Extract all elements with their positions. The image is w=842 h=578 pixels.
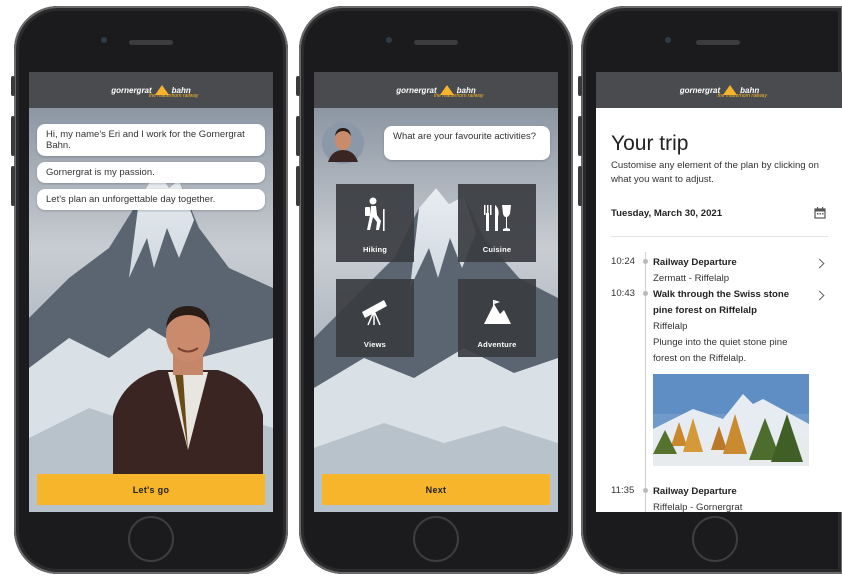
event-title: Walk through the Swiss stone pine forest…: [653, 289, 790, 316]
home-button: [692, 516, 738, 562]
app-header: gornergrat bahn the matterhorn railway: [29, 72, 273, 108]
chat-bubble: Gornergrat is my passion.: [37, 162, 265, 183]
event-time: 10:43: [611, 288, 636, 299]
activity-label: Views: [363, 340, 387, 349]
event-time: 10:24: [611, 256, 636, 267]
event-time: 11:35: [611, 485, 635, 496]
event-title: Railway Departure: [653, 257, 737, 268]
lets-go-button[interactable]: Let's go: [37, 474, 265, 505]
event-item[interactable]: Railway Departure Zermatt - Riffelalp: [653, 255, 803, 287]
hiker-icon: [365, 197, 385, 231]
next-button[interactable]: Next: [322, 474, 550, 505]
fork-knife-glass-icon: [484, 205, 511, 231]
activity-tile-hiking[interactable]: Hiking: [336, 184, 414, 262]
guide-avatar: [322, 122, 364, 164]
trip-date[interactable]: Tuesday, March 30, 2021: [611, 208, 722, 219]
activity-tile-cuisine[interactable]: Cuisine: [458, 184, 536, 262]
event-description: Plunge into the quiet stone pine forest …: [653, 337, 788, 364]
camera-icon: [665, 37, 671, 43]
chevron-right-icon[interactable]: [814, 258, 825, 269]
app-header: gornergrat bahn the matterhorn railway: [314, 72, 558, 108]
event-detail: Zermatt - Riffelalp: [653, 273, 730, 284]
timeline-dot: [643, 488, 648, 493]
guide-portrait-image: [113, 306, 263, 480]
question-bubble: What are your favourite activities?: [384, 126, 550, 160]
chat-bubble: Let's plan an unforgettable day together…: [37, 189, 265, 210]
gornergrat-logo: gornergrat bahn the matterhorn railway: [396, 85, 484, 99]
activities-screen: gornergrat bahn the matterhorn railway W…: [314, 72, 558, 512]
timeline-dot: [643, 291, 648, 296]
speaker-grille: [696, 40, 740, 45]
divider: [611, 236, 828, 237]
chat-bubble: Hi, my name's Eri and I work for the Gor…: [37, 124, 265, 156]
home-button: [413, 516, 459, 562]
gornergrat-logo: gornergrat bahn the matterhorn railway: [111, 85, 199, 99]
activity-tile-adventure[interactable]: Adventure: [458, 279, 536, 357]
phone-frame-1: gornergrat bahn the matterhorn railway H…: [11, 6, 288, 574]
activity-label: Cuisine: [482, 245, 512, 254]
gornergrat-logo: gornergrat bahn the matterhorn railway: [679, 85, 767, 99]
calendar-icon[interactable]: [814, 207, 826, 219]
intro-screen: gornergrat bahn the matterhorn railway H…: [29, 72, 273, 512]
telescope-icon: [362, 300, 387, 326]
speaker-grille: [414, 40, 458, 45]
event-item[interactable]: Railway Departure Riffelalp - Gornergrat: [653, 484, 803, 512]
activity-label: Adventure: [477, 340, 517, 349]
speaker-grille: [129, 40, 173, 45]
event-title: Railway Departure: [653, 486, 737, 497]
event-item[interactable]: Walk through the Swiss stone pine forest…: [653, 287, 803, 367]
app-header: gornergrat bahn the matterhorn railway: [596, 72, 842, 108]
timeline-dot: [643, 259, 648, 264]
forest-photo: [653, 374, 809, 466]
phone-frame-3: gornergrat bahn the matterhorn railway Y…: [578, 6, 842, 574]
chevron-right-icon[interactable]: [814, 290, 825, 301]
trip-screen: gornergrat bahn the matterhorn railway Y…: [596, 72, 842, 512]
event-detail: Riffelalp - Gornergrat: [653, 502, 743, 512]
home-button: [128, 516, 174, 562]
activity-label: Hiking: [362, 245, 388, 254]
event-detail: Riffelalp: [653, 321, 688, 332]
phone-frame-2: gornergrat bahn the matterhorn railway W…: [296, 6, 573, 574]
activity-tile-views[interactable]: Views: [336, 279, 414, 357]
camera-icon: [101, 37, 107, 43]
page-title: Your trip: [611, 132, 689, 155]
camera-icon: [386, 37, 392, 43]
mountain-flag-icon: [484, 300, 511, 324]
page-subtitle: Customise any element of the plan by cli…: [611, 160, 819, 185]
